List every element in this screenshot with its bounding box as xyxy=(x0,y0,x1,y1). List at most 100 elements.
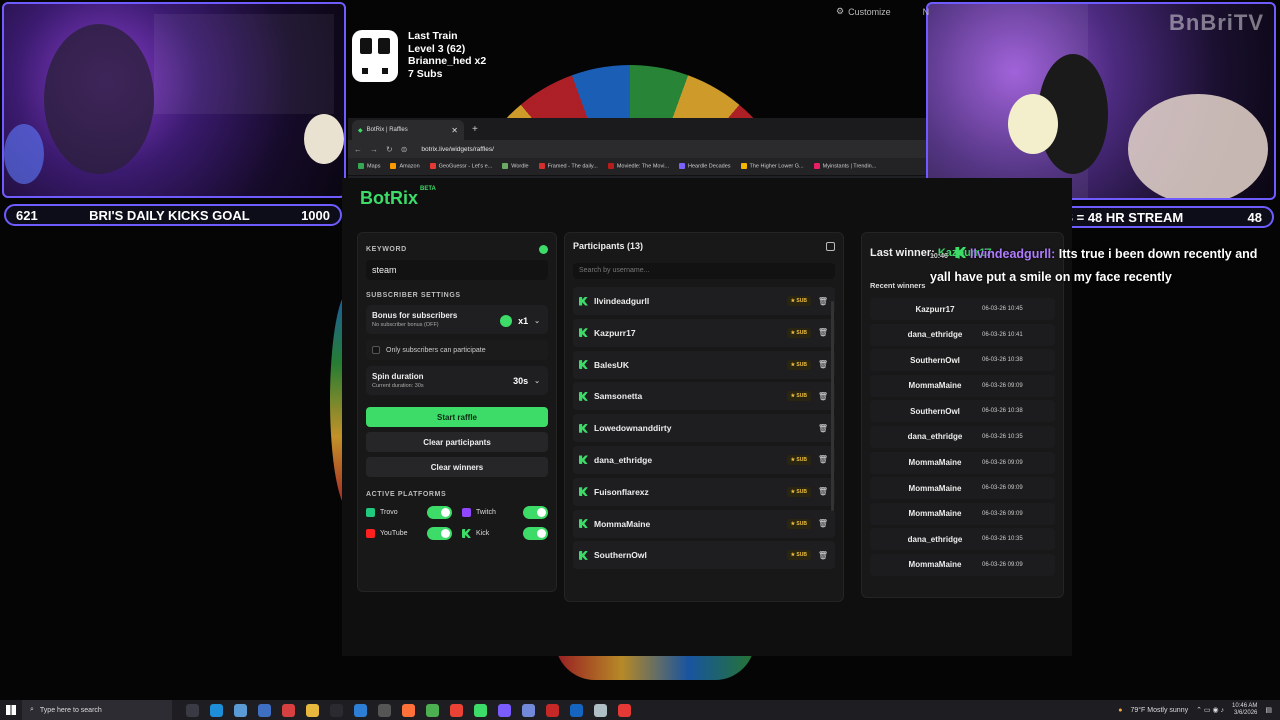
delete-icon[interactable]: 🗑 xyxy=(817,392,829,401)
clock[interactable]: 10:46 AM 3/6/2026 xyxy=(1232,703,1257,717)
forward-icon[interactable]: → xyxy=(370,145,378,154)
twitch-toggle[interactable] xyxy=(523,506,548,519)
winner-date: 06-03-26 10:41 xyxy=(982,331,1023,338)
app-icon[interactable] xyxy=(570,703,583,717)
delete-icon[interactable]: 🗑 xyxy=(817,360,829,369)
copy-icon[interactable] xyxy=(826,241,835,251)
start-raffle-button[interactable]: Start raffle xyxy=(366,407,548,427)
delete-icon[interactable]: 🗑 xyxy=(817,487,829,496)
participants-title: Participants (13) xyxy=(573,241,644,251)
winner-name: dana_ethridge xyxy=(907,534,963,544)
file-explorer-icon[interactable] xyxy=(306,703,319,717)
winner-row: SouthernOwl 06-03-26 10:38 xyxy=(870,400,1055,423)
only-subs-option[interactable]: Only subscribers can participate xyxy=(366,340,548,360)
info-icon[interactable] xyxy=(539,245,548,254)
edge-icon[interactable] xyxy=(210,703,223,717)
bonus-card: Bonus for subscribers No subscriber bonu… xyxy=(366,305,548,334)
taskbar-search[interactable]: ⌕ Type here to search xyxy=(22,700,172,720)
app-icon[interactable] xyxy=(330,703,343,717)
app-icon[interactable] xyxy=(354,703,367,717)
app-icon[interactable] xyxy=(474,703,487,717)
clear-participants-button[interactable]: Clear participants xyxy=(366,432,548,452)
bookmark-item[interactable]: Amazon xyxy=(390,163,420,170)
participant-row: dana_ethridge ★ SUB 🗑 xyxy=(573,445,835,474)
tray-icons[interactable]: ⌃ ▭ ◉ ♪ xyxy=(1196,706,1224,714)
youtube-toggle[interactable] xyxy=(427,527,452,540)
clear-winners-button[interactable]: Clear winners xyxy=(366,457,548,477)
chevron-down-icon[interactable]: ⌄ xyxy=(534,317,540,325)
delete-icon[interactable]: 🗑 xyxy=(817,424,829,433)
bookmark-item[interactable]: Framed - The daily... xyxy=(538,163,598,170)
weather-text[interactable]: 79°F Mostly sunny xyxy=(1130,707,1188,714)
app-icon[interactable] xyxy=(234,703,247,717)
app-icon[interactable] xyxy=(378,703,391,717)
delete-icon[interactable]: 🗑 xyxy=(817,297,829,306)
kick-icon xyxy=(579,391,588,401)
app-icon[interactable] xyxy=(258,703,271,717)
delete-icon[interactable]: 🗑 xyxy=(817,551,829,560)
app-icon[interactable] xyxy=(498,703,511,717)
train-level: Level 3 (62) xyxy=(408,42,466,55)
youtube-icon xyxy=(366,529,375,538)
start-button[interactable] xyxy=(0,700,22,720)
app-icon[interactable] xyxy=(546,703,559,717)
url-text[interactable]: botrix.live/widgets/raffles/ xyxy=(421,146,494,153)
trovo-toggle[interactable] xyxy=(427,506,452,519)
twitch-icon xyxy=(462,508,471,517)
bookmark-item[interactable]: Maps xyxy=(358,163,380,170)
bonus-select[interactable]: x1 xyxy=(518,316,528,326)
close-tab-icon[interactable]: ✕ xyxy=(451,126,458,135)
participant-name: MommaMaine xyxy=(594,518,651,529)
app-icon[interactable] xyxy=(282,703,295,717)
clock-date: 3/6/2026 xyxy=(1234,710,1258,716)
back-icon[interactable]: ← xyxy=(354,145,362,154)
bonus-info-icon[interactable] xyxy=(500,315,513,327)
notifications-icon[interactable]: ▤ xyxy=(1265,706,1272,714)
winner-row: dana_ethridge 06-03-26 10:35 xyxy=(870,528,1055,551)
delete-icon[interactable]: 🗑 xyxy=(817,328,829,337)
winner-date: 06-03-26 10:45 xyxy=(982,306,1023,312)
sub-badge: ★ SUB xyxy=(786,518,811,529)
participant-name: llvindeadgurll xyxy=(594,296,650,306)
sub-badge: ★ SUB xyxy=(786,486,811,497)
chrome-icon[interactable] xyxy=(426,703,439,717)
winner-date: 06-03-26 09:09 xyxy=(982,459,1023,466)
app-icon[interactable] xyxy=(618,703,631,717)
kick-toggle[interactable] xyxy=(523,527,548,540)
app-icon[interactable] xyxy=(594,703,607,717)
bookmark-item[interactable]: Myinstants | Trendin... xyxy=(813,163,876,170)
participants-scrollbar[interactable] xyxy=(831,301,834,511)
platform-trovo: Trovo xyxy=(366,506,452,519)
spin-select[interactable]: 30s xyxy=(513,376,528,386)
winner-row: dana_ethridge 06-03-26 10:41 xyxy=(870,323,1055,346)
bookmark-item[interactable]: Heardle Decades xyxy=(679,163,731,170)
firefox-icon[interactable] xyxy=(402,703,415,717)
only-subs-checkbox[interactable] xyxy=(372,346,380,354)
bookmark-item[interactable]: The Higher Lower G... xyxy=(740,163,804,170)
new-tab-icon[interactable]: + xyxy=(472,124,478,135)
tab-botrix[interactable]: ◆ BotRix | Raffles ✕ xyxy=(352,120,464,140)
winner-name: MommaMaine xyxy=(908,509,962,519)
chevron-down-icon[interactable]: ⌄ xyxy=(534,377,540,385)
kicks-goal-bar: 621 BRI'S DAILY KICKS GOAL 1000 xyxy=(4,204,342,226)
winner-row: Kazpurr17 06-03-26 10:45 xyxy=(870,298,1055,320)
task-view-icon[interactable] xyxy=(186,703,199,717)
delete-icon[interactable]: 🗑 xyxy=(817,519,829,528)
bookmark-item[interactable]: GeoGuessr - Let's e... xyxy=(429,163,492,170)
participant-search-input[interactable]: Search by username... xyxy=(573,263,835,279)
keyword-input[interactable]: steam xyxy=(366,260,548,280)
spin-duration-card: Spin duration Current duration: 30s 30s … xyxy=(366,366,548,395)
winner-row: MommaMaine 06-03-26 09:09 xyxy=(870,502,1055,525)
bookmark-item[interactable]: Wordle xyxy=(502,163,529,170)
winner-date: 06-03-26 10:35 xyxy=(982,536,1023,543)
bookmark-item[interactable]: Moviedle: The Movi... xyxy=(607,163,669,170)
kick-icon xyxy=(579,296,588,306)
chrome-icon[interactable] xyxy=(450,703,463,717)
only-subs-label: Only subscribers can participate xyxy=(386,346,486,354)
winner-name: dana_ethridge xyxy=(907,330,963,340)
app-icon[interactable] xyxy=(522,703,535,717)
site-info-icon[interactable]: ⊜ xyxy=(401,145,408,154)
reload-icon[interactable]: ↻ xyxy=(386,145,393,154)
customize-link[interactable]: ⚙ Customize N xyxy=(836,6,929,17)
delete-icon[interactable]: 🗑 xyxy=(817,455,829,464)
